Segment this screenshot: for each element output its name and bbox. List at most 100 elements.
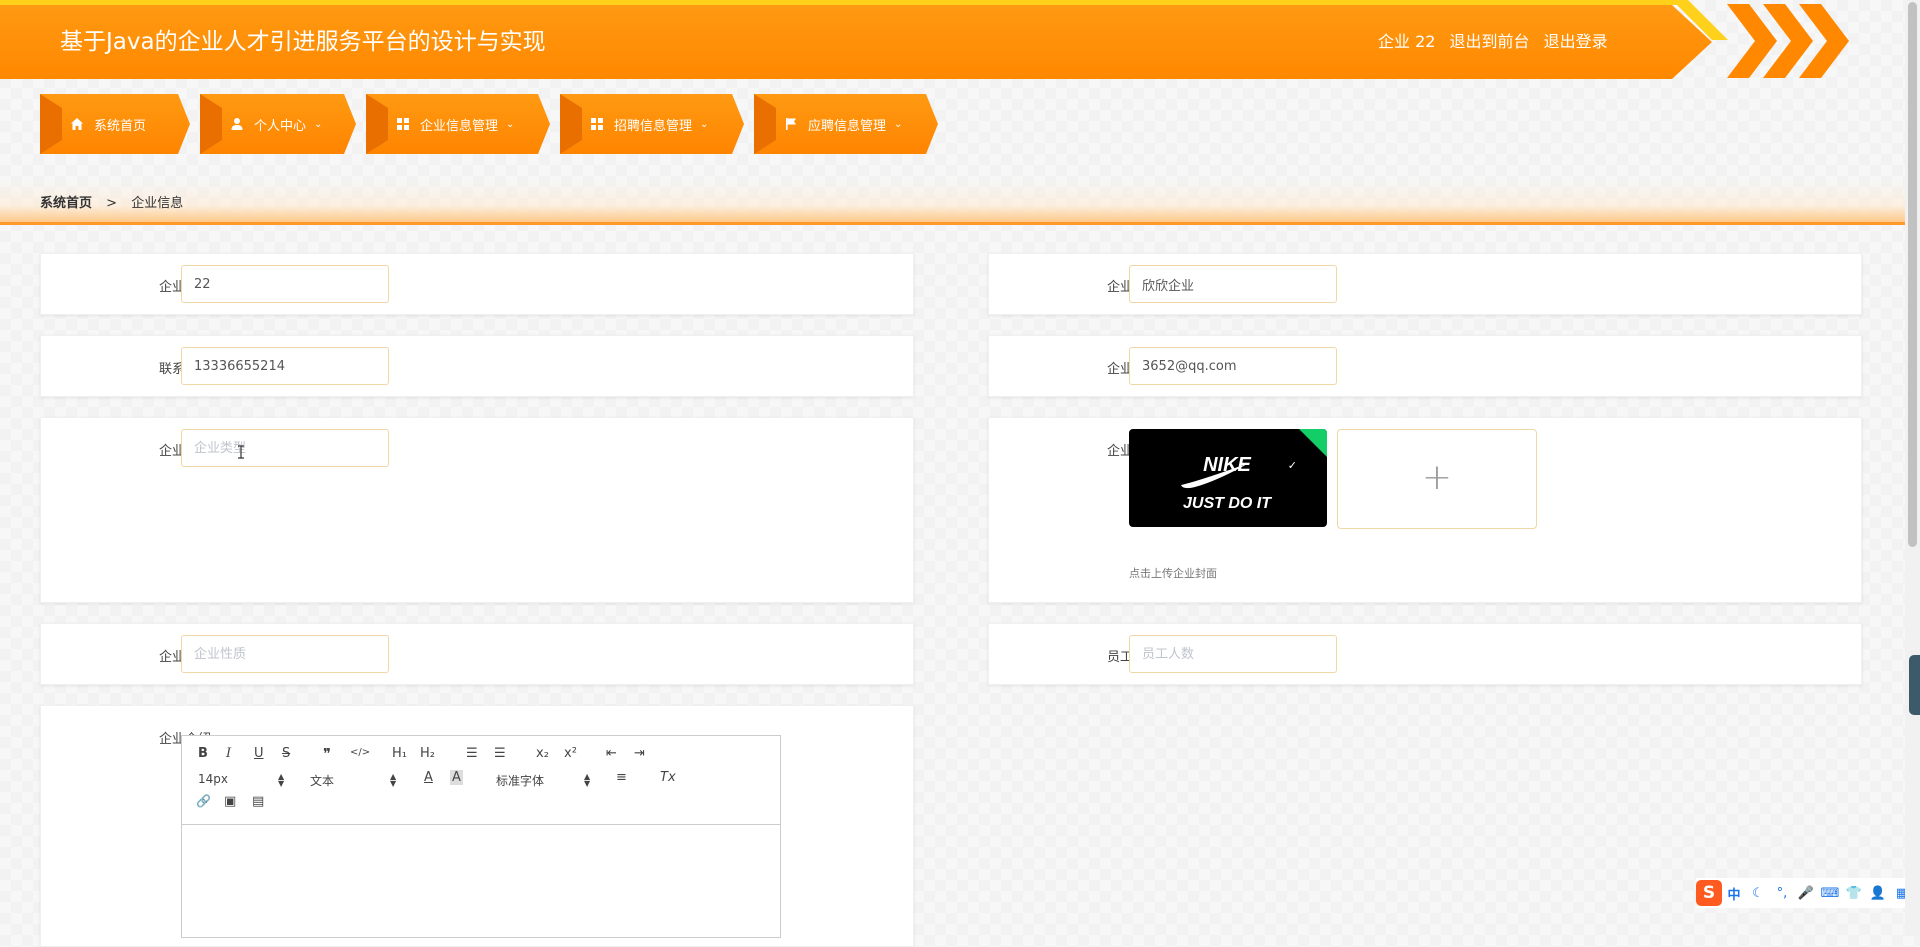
- breadcrumb-current: 企业信息: [131, 196, 184, 211]
- video-button[interactable]: ▤: [252, 794, 264, 809]
- upload-tip: 点击上传企业封面: [1129, 567, 1217, 580]
- scrollbar-thumb[interactable]: [1908, 2, 1917, 547]
- underline-button[interactable]: U: [254, 746, 264, 761]
- blockquote-button[interactable]: ❞: [323, 745, 331, 763]
- font-size-select[interactable]: 14px ▲ ▼: [198, 772, 288, 788]
- email-input[interactable]: [1129, 347, 1337, 385]
- nav-notch: [366, 94, 388, 154]
- nav-item-label: 系统首页: [94, 118, 147, 134]
- exit-to-front-link[interactable]: 退出到前台: [1450, 32, 1530, 51]
- current-user-label: 企业 22: [1378, 32, 1436, 51]
- account-input[interactable]: [181, 265, 389, 303]
- ime-toolbar: S 中 ☾ °, 🎤 ⌨ 👕 👤 ▦: [1696, 878, 1920, 908]
- text-format-select[interactable]: 文本 ▲ ▼: [310, 772, 400, 789]
- nav-item-content: 招聘信息管理 ⌄: [590, 94, 708, 154]
- nav-item-recruit-info[interactable]: 招聘信息管理 ⌄: [560, 94, 744, 154]
- employees-input[interactable]: [1129, 635, 1337, 673]
- nav-item-content: 个人中心 ⌄: [230, 94, 322, 154]
- form-row-email: 企业邮箱: [988, 335, 1862, 397]
- nav-item-label: 个人中心: [254, 118, 307, 134]
- nav-notch: [40, 94, 62, 154]
- account-icon[interactable]: 👤: [1866, 886, 1890, 901]
- code-block-button[interactable]: </>: [350, 747, 370, 758]
- nike-logo-image: NIKE JUST DO IT: [1181, 454, 1272, 512]
- header-chevron-decoration: [1727, 4, 1867, 78]
- logout-link[interactable]: 退出登录: [1544, 32, 1608, 51]
- bullet-list-button[interactable]: ☰: [494, 746, 506, 761]
- nav-item-label: 招聘信息管理: [614, 118, 693, 134]
- chevron-shape: [1727, 4, 1777, 78]
- nav-item-home[interactable]: 系统首页: [40, 94, 190, 154]
- superscript-button[interactable]: x²: [564, 746, 577, 761]
- form-row-cover: 企业封面 NIKE JUST DO IT ✓ + 点击上传企业封面: [988, 417, 1862, 603]
- breadcrumb-bar: 系统首页 > 企业信息: [0, 180, 1905, 225]
- check-icon: ✓: [1287, 459, 1297, 472]
- ime-logo-icon[interactable]: S: [1696, 880, 1722, 906]
- nav-item-label: 应聘信息管理: [808, 118, 887, 134]
- phone-input[interactable]: [181, 347, 389, 385]
- header-accent-line: [0, 0, 1680, 5]
- upload-add-button[interactable]: +: [1337, 429, 1537, 529]
- clear-format-button[interactable]: Tx: [660, 770, 676, 785]
- form-row-name: 企业名称: [988, 253, 1862, 315]
- form-row-nature: 企业性质: [40, 623, 914, 685]
- heading2-button[interactable]: H₂: [420, 746, 435, 761]
- text-format-value: 文本: [310, 774, 335, 788]
- text-color-button[interactable]: A: [424, 770, 433, 785]
- company-name-input[interactable]: [1129, 265, 1337, 303]
- chevron-down-icon: ⌄: [506, 118, 515, 130]
- chevron-down-icon: ⌄: [894, 118, 903, 130]
- outdent-button[interactable]: ⇤: [606, 746, 617, 761]
- heading1-button[interactable]: H₁: [392, 746, 407, 761]
- ime-chinese-mode[interactable]: 中: [1722, 884, 1746, 903]
- logo-slogan: JUST DO IT: [1183, 495, 1272, 512]
- grid-icon: [590, 117, 604, 131]
- image-button[interactable]: ▣: [224, 794, 236, 809]
- bold-button[interactable]: B: [198, 746, 208, 761]
- grid-icon: [396, 117, 410, 131]
- chevron-down-icon: ⌄: [700, 118, 709, 130]
- top-header: 基于Java的企业人才引进服务平台的设计与实现 企业 22 退出到前台 退出登录: [0, 0, 1905, 80]
- skin-icon[interactable]: 👕: [1842, 886, 1866, 901]
- company-type-input[interactable]: [181, 429, 389, 467]
- chevron-down-icon: ⌄: [314, 118, 323, 130]
- side-floating-widget[interactable]: [1909, 655, 1920, 715]
- align-button[interactable]: ≡: [616, 770, 627, 785]
- select-arrows-icon: ▲ ▼: [584, 772, 591, 788]
- breadcrumb: 系统首页 > 企业信息: [40, 192, 183, 211]
- nav-item-content: 系统首页: [70, 94, 146, 154]
- nav-notch: [754, 94, 776, 154]
- subscript-button[interactable]: x₂: [536, 746, 549, 761]
- nav-item-application-info[interactable]: 应聘信息管理 ⌄: [754, 94, 938, 154]
- rich-text-editor: B I U S ❞ </> H₁ H₂ ☰ ☰ x₂ x² ⇤ ⇥ 14px ▲…: [181, 735, 781, 938]
- breadcrumb-home-link[interactable]: 系统首页: [40, 196, 92, 211]
- font-size-value: 14px: [198, 772, 228, 786]
- indent-button[interactable]: ⇥: [634, 746, 645, 761]
- nav-item-content: 企业信息管理 ⌄: [396, 94, 514, 154]
- punctuation-icon[interactable]: °,: [1770, 886, 1794, 901]
- form-row-employees: 员工人数: [988, 623, 1862, 685]
- home-icon: [70, 117, 84, 131]
- nav-item-label: 企业信息管理: [420, 118, 499, 134]
- moon-icon[interactable]: ☾: [1746, 886, 1770, 901]
- editor-toolbar: B I U S ❞ </> H₁ H₂ ☰ ☰ x₂ x² ⇤ ⇥ 14px ▲…: [182, 736, 780, 825]
- ordered-list-button[interactable]: ☰: [466, 746, 478, 761]
- editor-content-area[interactable]: [182, 825, 780, 937]
- page-scrollbar[interactable]: [1905, 0, 1920, 936]
- font-family-value: 标准字体: [496, 774, 545, 788]
- italic-button[interactable]: I: [226, 746, 231, 761]
- microphone-icon[interactable]: 🎤: [1794, 886, 1818, 901]
- keyboard-icon[interactable]: ⌨: [1818, 886, 1842, 901]
- nav-item-company-info[interactable]: 企业信息管理 ⌄: [366, 94, 550, 154]
- header-user-area: 企业 22 退出到前台 退出登录: [1378, 28, 1617, 52]
- text-cursor-icon: [238, 445, 244, 459]
- nav-item-personal-center[interactable]: 个人中心 ⌄: [200, 94, 356, 154]
- strike-button[interactable]: S: [282, 746, 290, 761]
- link-button[interactable]: 🔗: [196, 794, 211, 808]
- company-nature-input[interactable]: [181, 635, 389, 673]
- font-family-select[interactable]: 标准字体 ▲ ▼: [496, 772, 594, 789]
- form-row-type: 企业类型: [40, 417, 914, 603]
- cover-image-thumbnail[interactable]: NIKE JUST DO IT ✓: [1129, 429, 1327, 527]
- background-color-button[interactable]: A: [450, 770, 463, 785]
- select-arrows-icon: ▲ ▼: [390, 772, 397, 788]
